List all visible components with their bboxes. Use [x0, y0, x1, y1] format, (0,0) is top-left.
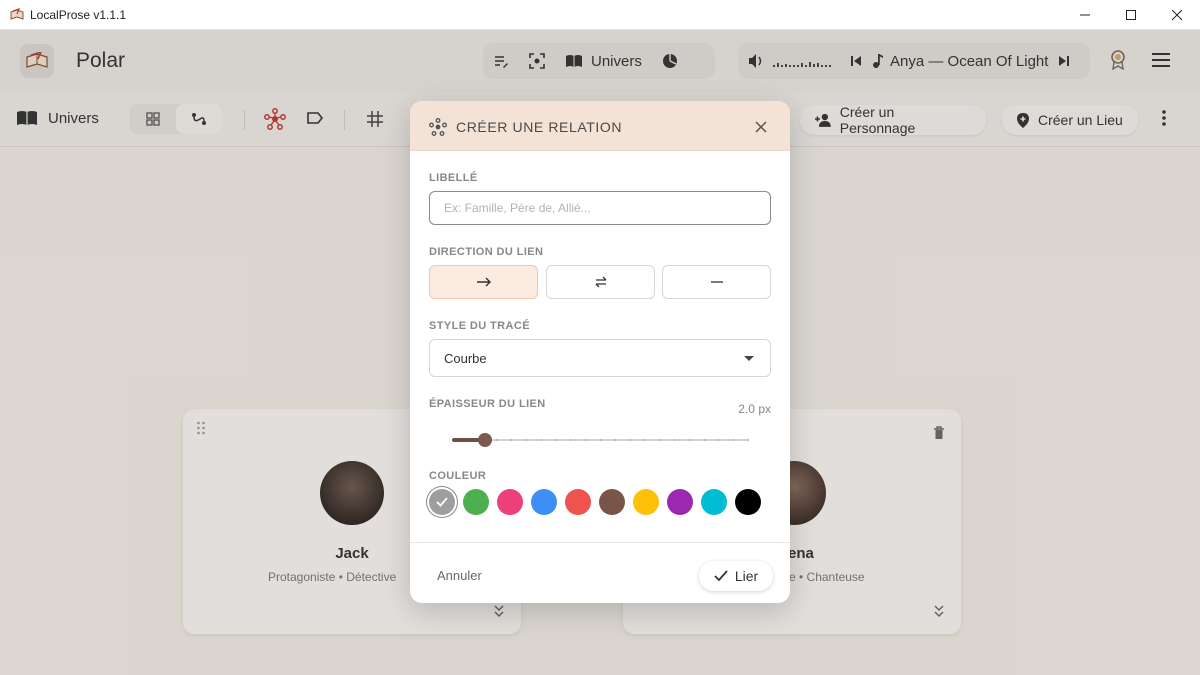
dialog-header: CRÉER UNE RELATION [410, 101, 790, 151]
window-titlebar: LocalProse v1.1.1 [0, 0, 1200, 30]
relation-hub-icon [429, 118, 447, 136]
color-swatch[interactable] [429, 489, 455, 515]
slider-tick [688, 439, 690, 441]
color-section-title: COULEUR [429, 470, 487, 482]
slider-tick [540, 439, 542, 441]
app-logo-icon [10, 7, 24, 20]
line-icon [710, 281, 723, 283]
slider-tick [718, 439, 720, 441]
chevron-down-icon [744, 356, 754, 361]
slider-tick [659, 439, 661, 441]
direction-none-button[interactable] [662, 265, 771, 299]
link-button-label: Lier [734, 568, 759, 584]
minimize-button[interactable] [1062, 0, 1108, 30]
line-style-select[interactable]: Courbe [429, 339, 771, 377]
line-style-value: Courbe [444, 350, 487, 366]
check-icon [436, 497, 448, 507]
slider-tick [570, 439, 572, 441]
dialog-title: CRÉER UNE RELATION [456, 119, 623, 135]
color-swatch[interactable] [599, 489, 625, 515]
thickness-value: 2.0 px [738, 402, 771, 416]
slider-tick [629, 439, 631, 441]
slider-tick [511, 439, 513, 441]
color-swatch[interactable] [667, 489, 693, 515]
cancel-button[interactable]: Annuler [437, 568, 482, 583]
check-icon [714, 570, 728, 582]
slider-tick [614, 439, 616, 441]
relation-label-input[interactable] [429, 191, 771, 225]
style-section-title: STYLE DU TRACÉ [429, 320, 530, 332]
color-swatches [429, 489, 761, 515]
color-swatch[interactable] [633, 489, 659, 515]
color-swatch[interactable] [735, 489, 761, 515]
slider-tick [600, 439, 601, 441]
link-button[interactable]: Lier [699, 561, 773, 591]
label-section-title: LIBELLÉ [429, 172, 478, 184]
color-swatch[interactable] [701, 489, 727, 515]
color-swatch[interactable] [497, 489, 523, 515]
slider-tick [748, 439, 749, 441]
close-window-button[interactable] [1154, 0, 1200, 30]
color-swatch[interactable] [531, 489, 557, 515]
arrow-right-icon [476, 277, 491, 287]
slider-tick [555, 439, 557, 441]
slider-tick [733, 439, 735, 441]
slider-tick [585, 439, 587, 441]
maximize-icon [1126, 10, 1136, 20]
direction-unidirectional-button[interactable] [429, 265, 538, 299]
slider-tick [703, 439, 705, 441]
slider-tick [496, 439, 498, 441]
thickness-section-title: ÉPAISSEUR DU LIEN [429, 398, 546, 410]
direction-bidirectional-button[interactable] [546, 265, 655, 299]
slider-tick [526, 439, 527, 441]
slider-tick [674, 439, 675, 441]
window-title: LocalProse v1.1.1 [30, 7, 127, 22]
minimize-icon [1080, 14, 1090, 16]
color-swatch[interactable] [463, 489, 489, 515]
dialog-footer: Annuler Lier [410, 542, 790, 603]
maximize-button[interactable] [1108, 0, 1154, 30]
thickness-slider-thumb[interactable] [477, 433, 492, 447]
color-swatch[interactable] [565, 489, 591, 515]
swap-horizontal-icon [595, 276, 606, 288]
slider-tick [644, 439, 646, 441]
create-relation-dialog: CRÉER UNE RELATION LIBELLÉ DIRECTION DU … [410, 101, 790, 603]
close-icon [1171, 9, 1183, 21]
direction-section-title: DIRECTION DU LIEN [429, 246, 544, 258]
dialog-close-button[interactable] [752, 118, 770, 136]
close-icon [755, 121, 767, 133]
